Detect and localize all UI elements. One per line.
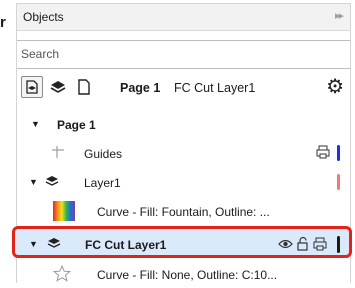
tree-row-label: Layer1: [84, 176, 121, 190]
expand-arrow-icon[interactable]: ▼: [29, 239, 38, 249]
tree-row-curve-fountain[interactable]: Curve - Fill: Fountain, Outline: ...: [17, 197, 350, 225]
tree-row-layer1[interactable]: ▼ Layer1: [17, 168, 350, 196]
printer-icon[interactable]: [313, 237, 327, 251]
layer-icon: [47, 238, 61, 248]
layer-icon: [45, 176, 59, 186]
tree-row-label: Curve - Fill: None, Outline: C:10...: [97, 268, 278, 282]
unlock-icon[interactable]: [297, 237, 309, 251]
search-box[interactable]: [17, 40, 350, 69]
tree-row-label: Curve - Fill: Fountain, Outline: ...: [97, 205, 270, 219]
tree-row-label: Page 1: [57, 118, 96, 132]
view-pages-layers-objects-button[interactable]: [21, 76, 43, 98]
tree-row-page-1[interactable]: ▼ Page 1: [17, 110, 350, 138]
objects-toolbar: Page 1 FC Cut Layer1 ⚙: [17, 70, 350, 108]
printer-icon[interactable]: [316, 145, 330, 159]
current-layer-label: FC Cut Layer1: [174, 81, 256, 95]
eye-icon[interactable]: [278, 237, 293, 251]
guides-icon: [52, 146, 64, 158]
fountain-fill-thumbnail-icon: [53, 201, 75, 221]
page-icon: [78, 79, 90, 95]
search-input[interactable]: [17, 41, 321, 66]
edge-text-fragment: r: [0, 14, 6, 31]
collapse-docker-icon[interactable]: ▸▸: [335, 9, 344, 22]
tree-row-guides[interactable]: Guides: [17, 139, 350, 167]
current-page-label: Page 1: [120, 81, 161, 95]
star-outline-icon: [53, 265, 71, 282]
view-objects-button[interactable]: [75, 78, 93, 96]
layer-color-swatch: [337, 145, 340, 161]
page-view-icon: [26, 80, 38, 94]
expand-arrow-icon[interactable]: ▼: [29, 177, 38, 187]
tree-row-label: FC Cut Layer1: [85, 238, 167, 252]
layers-icon: [50, 81, 66, 93]
expand-arrow-icon[interactable]: ▼: [31, 119, 40, 129]
docker-title: Objects: [23, 10, 64, 24]
tree-row-fc-cut-layer1[interactable]: ▼ FC Cut Layer1: [12, 226, 352, 258]
tree-row-label: Guides: [84, 147, 123, 161]
docker-titlebar: Objects ▸▸: [17, 4, 350, 31]
view-layers-objects-button[interactable]: [49, 78, 67, 96]
layer-color-swatch: [337, 236, 340, 253]
gear-icon[interactable]: ⚙: [326, 77, 344, 97]
tree-row-curve-none[interactable]: Curve - Fill: None, Outline: C:10...: [17, 260, 350, 288]
objects-docker: Objects ▸▸ Page 1 FC Cut Layer1 ⚙: [12, 3, 352, 283]
layer-color-swatch: [337, 174, 340, 190]
